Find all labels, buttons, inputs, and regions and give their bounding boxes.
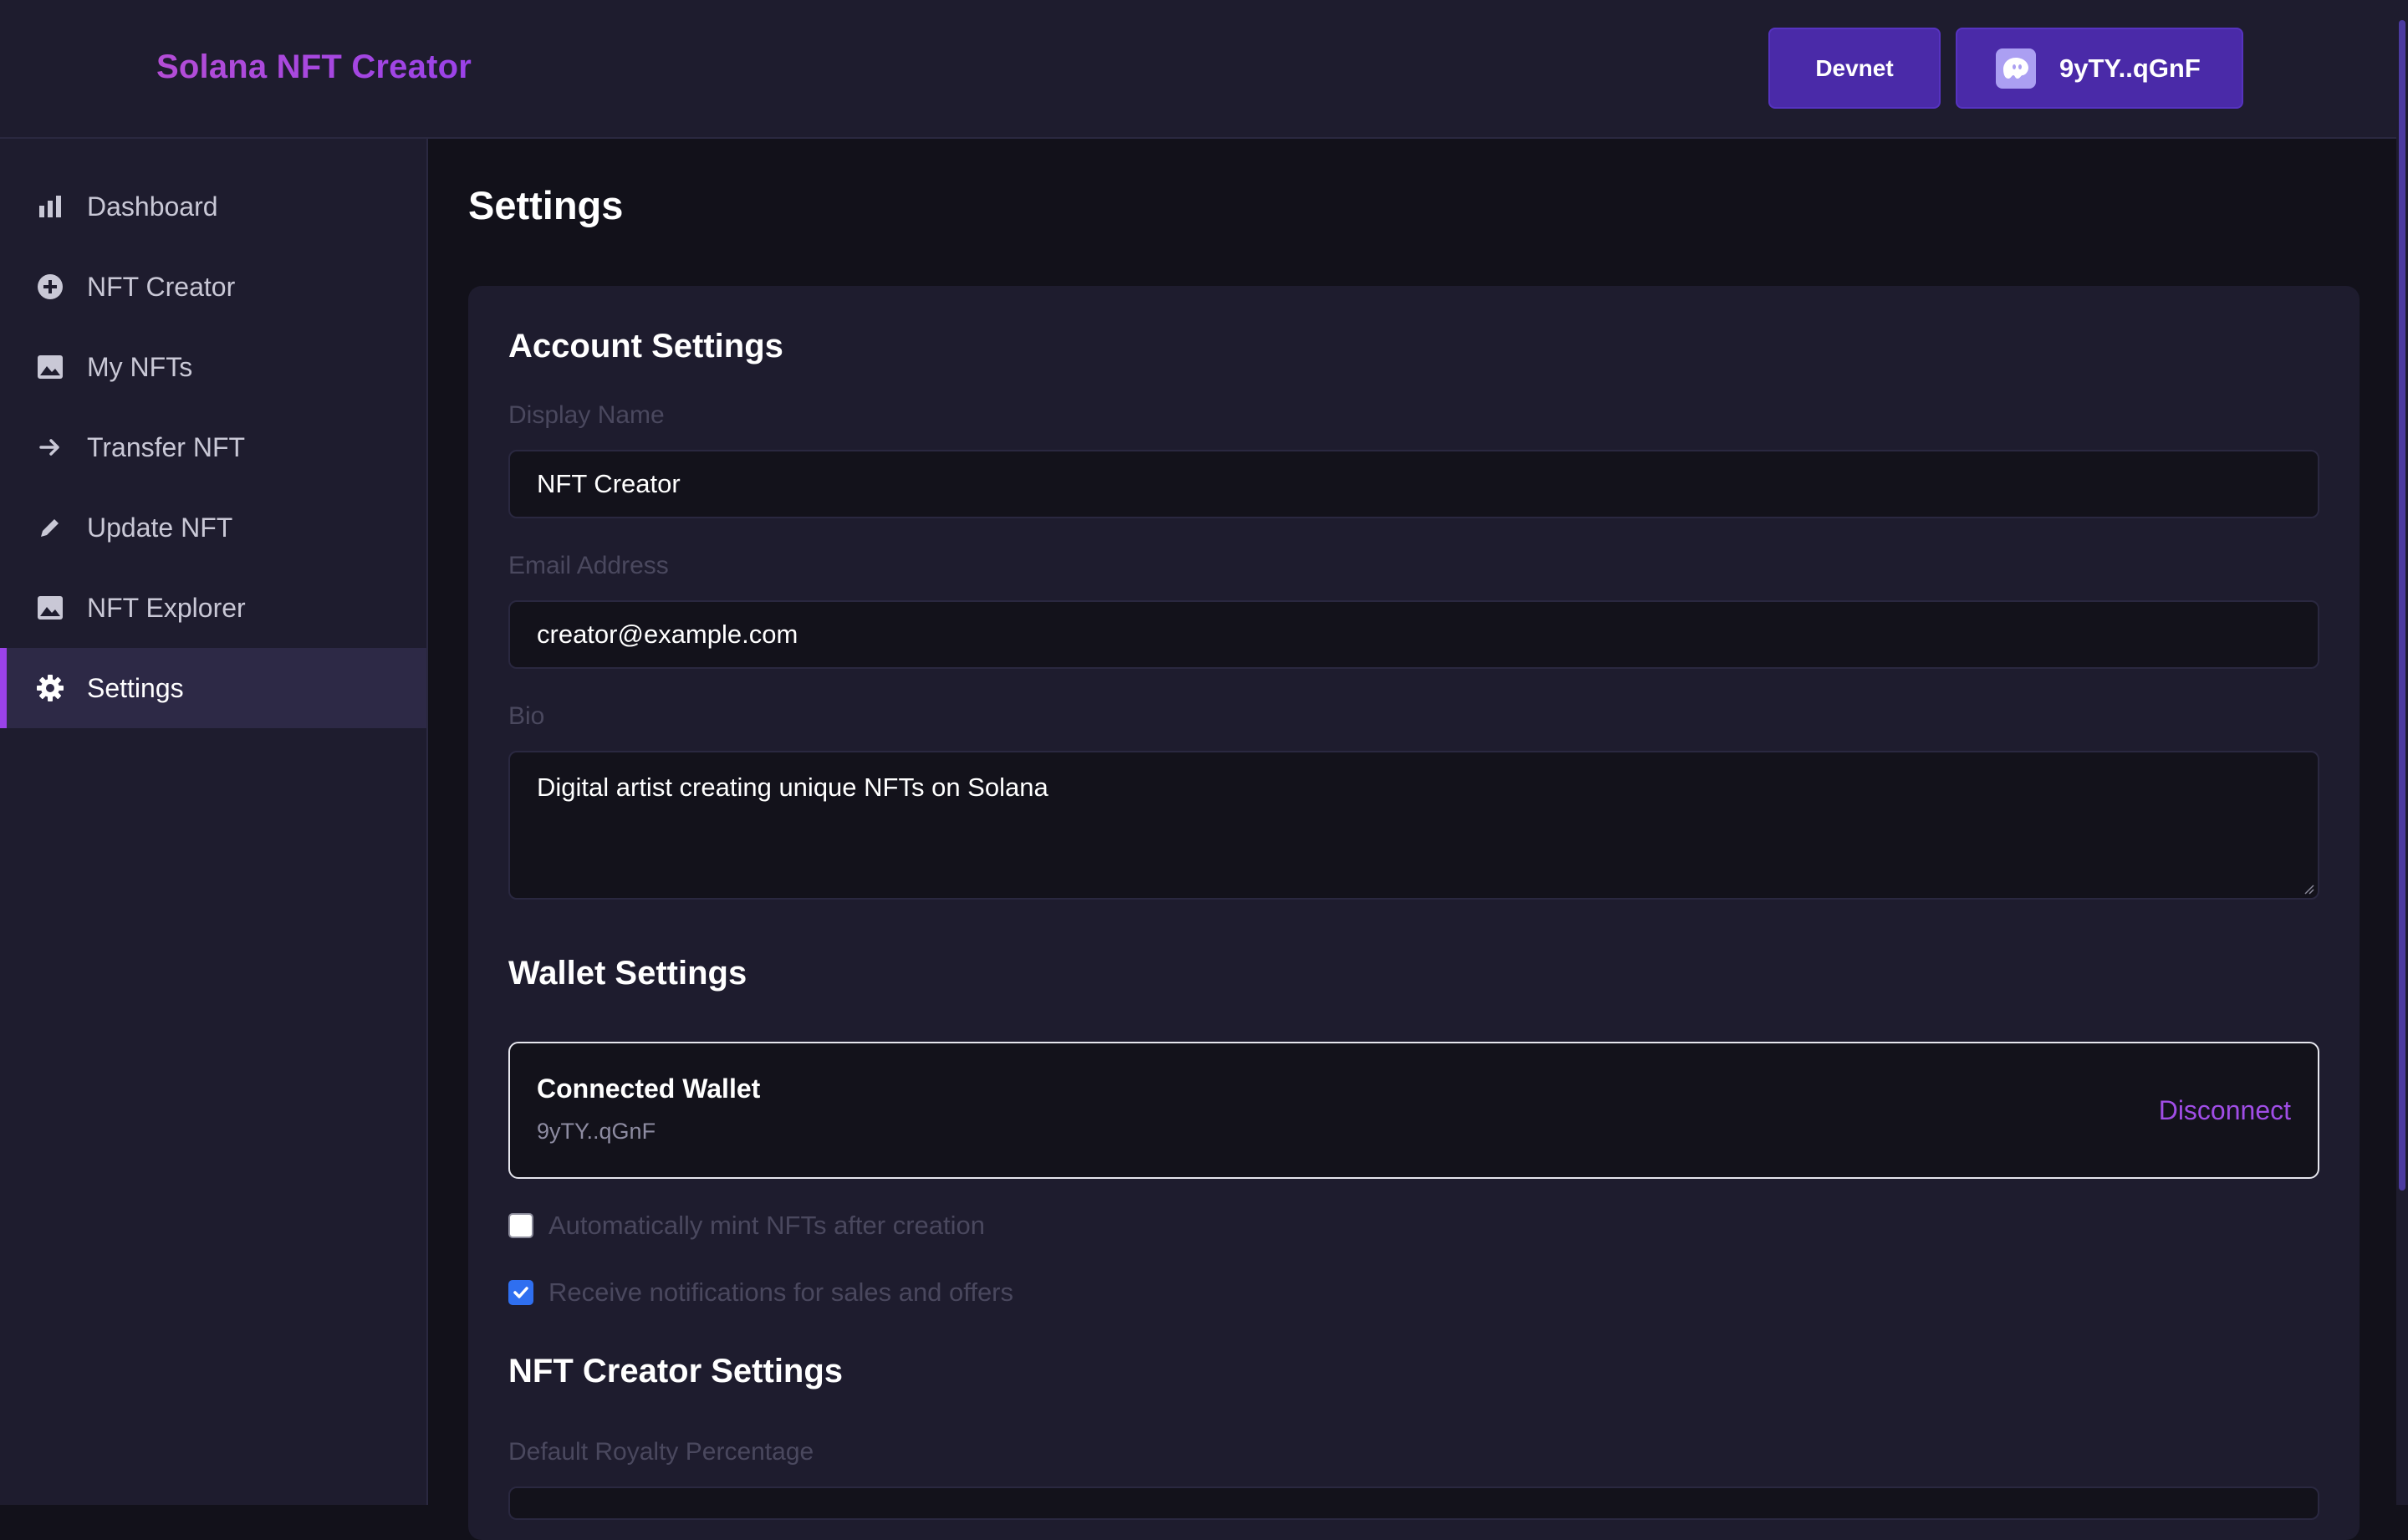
- top-header: Solana NFT Creator Devnet 9yTY..qGnF: [0, 0, 2408, 139]
- sidebar-item-label: Settings: [87, 672, 184, 703]
- sidebar-item-dashboard[interactable]: Dashboard: [0, 166, 426, 247]
- sidebar-item-label: Dashboard: [87, 191, 218, 222]
- sidebar-item-label: NFT Creator: [87, 271, 236, 302]
- network-button[interactable]: Devnet: [1768, 28, 1941, 109]
- auto-mint-checkbox[interactable]: [508, 1213, 533, 1238]
- sidebar-item-transfer-nft[interactable]: Transfer NFT: [0, 407, 426, 487]
- checkmark-icon: [513, 1287, 528, 1298]
- wallet-button-label: 9yTY..qGnF: [2059, 53, 2201, 83]
- sidebar-item-my-nfts[interactable]: My NFTs: [0, 327, 426, 407]
- scrollbar-thumb[interactable]: [2399, 20, 2405, 1191]
- sidebar-item-settings[interactable]: Settings: [0, 648, 426, 728]
- image-icon: [35, 352, 65, 382]
- auto-mint-label: Automatically mint NFTs after creation: [548, 1211, 986, 1240]
- auto-mint-option[interactable]: Automatically mint NFTs after creation: [508, 1209, 985, 1242]
- wallet-settings-heading: Wallet Settings: [508, 955, 747, 992]
- connected-wallet-title: Connected Wallet: [537, 1073, 761, 1104]
- email-input[interactable]: creator@example.com: [508, 600, 2319, 669]
- page-scrollbar[interactable]: [2396, 0, 2408, 1505]
- main-content: Settings Account Settings Display Name N…: [430, 139, 2396, 1540]
- pencil-icon: [35, 512, 65, 543]
- bar-chart-icon: [35, 191, 65, 222]
- email-label: Email Address: [508, 552, 669, 579]
- nft-creator-settings-heading: NFT Creator Settings: [508, 1353, 844, 1390]
- sidebar-item-nft-creator[interactable]: NFT Creator: [0, 247, 426, 327]
- notifications-label: Receive notifications for sales and offe…: [548, 1277, 1014, 1307]
- notifications-option[interactable]: Receive notifications for sales and offe…: [508, 1276, 1013, 1309]
- phantom-ghost-icon: [1996, 48, 2036, 89]
- sidebar-item-label: NFT Explorer: [87, 592, 246, 623]
- display-name-input[interactable]: NFT Creator: [508, 450, 2319, 518]
- bio-label: Bio: [508, 702, 545, 730]
- sidebar-item-nft-explorer[interactable]: NFT Explorer: [0, 568, 426, 648]
- network-button-label: Devnet: [1815, 54, 1894, 81]
- page-title: Settings: [468, 183, 624, 227]
- wallet-button[interactable]: 9yTY..qGnF: [1956, 28, 2243, 109]
- arrow-right-icon: [35, 432, 65, 462]
- royalty-label: Default Royalty Percentage: [508, 1438, 814, 1466]
- sidebar-item-update-nft[interactable]: Update NFT: [0, 487, 426, 568]
- sidebar-item-label: Transfer NFT: [87, 431, 246, 462]
- connected-wallet-address: 9yTY..qGnF: [537, 1119, 656, 1144]
- plus-circle-icon: [35, 272, 65, 302]
- royalty-input[interactable]: [508, 1486, 2319, 1520]
- disconnect-button[interactable]: Disconnect: [2159, 1095, 2291, 1126]
- connected-wallet-box: Connected Wallet 9yTY..qGnF Disconnect: [508, 1042, 2319, 1179]
- settings-card: Account Settings Display Name NFT Creato…: [468, 286, 2360, 1540]
- sidebar-item-label: My NFTs: [87, 351, 193, 382]
- sidebar: Dashboard NFT Creator My NFTs Transfer N…: [0, 139, 428, 1505]
- app-brand[interactable]: Solana NFT Creator: [156, 48, 472, 86]
- image-icon: [35, 593, 65, 623]
- resize-grip-icon[interactable]: [2301, 881, 2314, 895]
- email-value: creator@example.com: [537, 620, 798, 649]
- account-settings-heading: Account Settings: [508, 328, 783, 365]
- display-name-value: NFT Creator: [537, 469, 681, 498]
- sidebar-item-label: Update NFT: [87, 512, 233, 543]
- gear-icon: [35, 673, 65, 703]
- notifications-checkbox[interactable]: [508, 1280, 533, 1305]
- bio-textarea[interactable]: Digital artist creating unique NFTs on S…: [508, 751, 2319, 900]
- bio-value: Digital artist creating unique NFTs on S…: [537, 773, 1048, 802]
- display-name-label: Display Name: [508, 401, 665, 429]
